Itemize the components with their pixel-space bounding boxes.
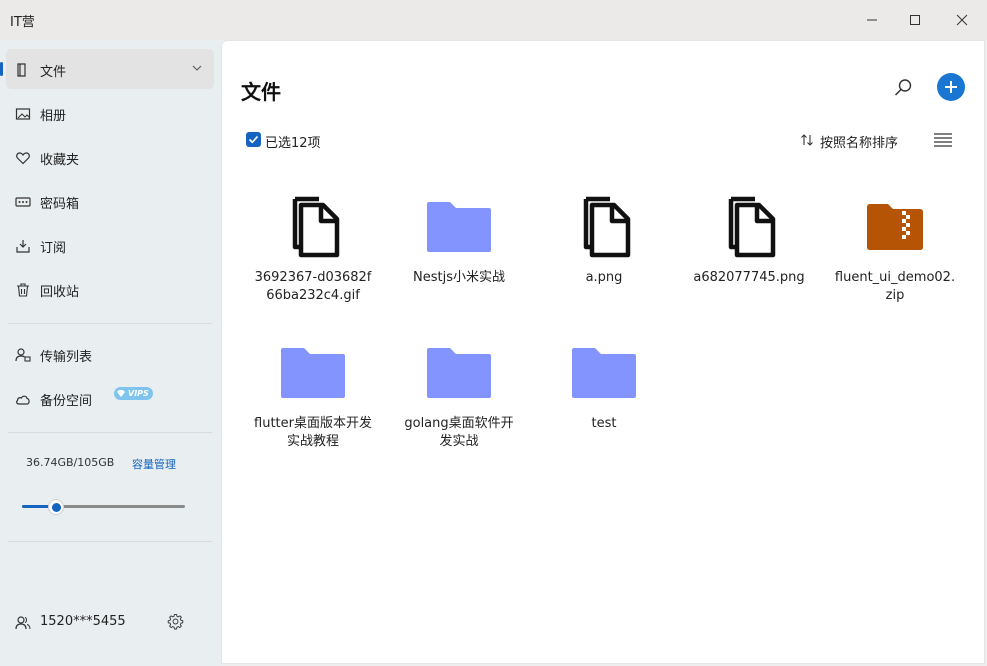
gear-icon[interactable] [167,613,184,630]
file-name: golang桌面软件开发实战 [404,416,514,449]
page-title: 文件 [241,80,281,104]
transfer-icon [15,348,31,362]
selection-count[interactable]: 已选12项 [265,132,321,151]
folder-item[interactable]: flutter桌面版本开发实战教程 [248,337,378,451]
sidebar-item-label: 文件 [40,65,67,80]
sidebar-item-photos[interactable]: 相册 [6,93,214,133]
folder-item[interactable]: golang桌面软件开发实战 [394,337,524,451]
close-icon [956,14,968,26]
folder-icon [427,202,491,252]
subscribe-icon [16,240,30,253]
sidebar-divider [8,432,212,433]
folder-icon [281,348,345,398]
storage-usage: 36.74GB/105GB [26,456,115,469]
folder-icon [427,348,491,398]
file-item[interactable]: fluent_ui_demo02.zip [830,191,960,305]
sidebar-item-label: 密码箱 [40,197,80,212]
chevron-down-icon[interactable] [192,64,202,72]
sidebar-item-files[interactable]: 文件 [6,49,214,89]
file-name: a682077745.png [693,270,805,285]
trash-icon [17,283,29,297]
file-name: fluent_ui_demo02.zip [834,270,956,303]
zip-folder-icon [867,204,923,250]
heart-icon [16,152,30,165]
user-name[interactable]: 1520***5455 [40,614,126,629]
sidebar-item-vault[interactable]: 密码箱 [6,181,214,221]
minimize-button[interactable] [849,0,895,40]
user-icon [15,616,31,630]
storage-slider[interactable] [22,499,185,515]
vip-label: VIPS [128,389,149,398]
sidebar-item-favorites[interactable]: 收藏夹 [6,137,214,177]
close-button[interactable] [939,0,985,40]
minimize-icon [867,19,877,21]
folder-item[interactable]: Nestjs小米实战 [394,191,524,287]
main-content: 文件 已选12项 按照名称排序 3692367-d03682f66ba232c4… [221,40,985,664]
check-icon [248,135,259,144]
maximize-button[interactable] [892,0,938,40]
password-icon [15,197,31,207]
file-name: test [591,416,617,431]
maximize-icon [910,15,920,25]
sidebar-item-label: 收藏夹 [40,153,80,168]
sidebar-item-label: 传输列表 [40,350,93,365]
title-bar: IT营 [0,0,987,40]
folder-icon [572,348,636,398]
sidebar-divider [8,541,212,542]
sidebar-item-transfers[interactable]: 传输列表 [6,334,214,374]
document-icon [728,196,776,258]
file-name: a.png [585,270,623,285]
vip-badge[interactable]: VIPS [114,387,153,400]
sidebar-item-backup[interactable]: 备份空间 VIPS [6,378,214,418]
sidebar-item-label: 回收站 [40,285,80,300]
storage-slider-thumb[interactable] [48,499,65,515]
sidebar-divider [8,323,212,324]
sort-button[interactable]: 按照名称排序 [820,132,898,151]
sidebar-item-label: 备份空间 [40,394,93,409]
file-name: flutter桌面版本开发实战教程 [254,416,372,449]
add-button[interactable] [937,73,965,101]
cloud-icon [16,395,30,405]
document-icon [583,196,631,258]
capacity-manage-link[interactable]: 容量管理 [132,456,176,472]
document-icon [292,196,340,258]
file-name: Nestjs小米实战 [413,270,505,285]
active-indicator [0,62,3,76]
photo-icon [15,108,31,120]
file-name: 3692367-d03682f66ba232c4.gif [254,270,372,303]
file-item[interactable]: a682077745.png [684,191,814,287]
select-all-checkbox[interactable] [246,132,261,147]
diamond-icon [117,390,125,397]
plus-icon [945,81,957,93]
sidebar-item-subscribe[interactable]: 订阅 [6,225,214,265]
file-item[interactable]: 3692367-d03682f66ba232c4.gif [248,191,378,305]
app-title: IT营 [10,15,35,30]
file-icon [17,63,26,77]
sidebar-item-recycle-bin[interactable]: 回收站 [6,269,214,309]
sort-icon[interactable] [800,133,814,147]
sidebar: 文件 相册 收藏夹 密码箱 订阅 回收站 传输列表 备份空间 VIPS 36.7… [0,40,221,666]
folder-item[interactable]: test [539,337,669,433]
sidebar-item-label: 相册 [40,109,67,124]
list-view-icon[interactable] [934,132,952,148]
file-item[interactable]: a.png [539,191,669,287]
sidebar-item-label: 订阅 [40,241,67,256]
search-icon[interactable] [892,77,914,99]
